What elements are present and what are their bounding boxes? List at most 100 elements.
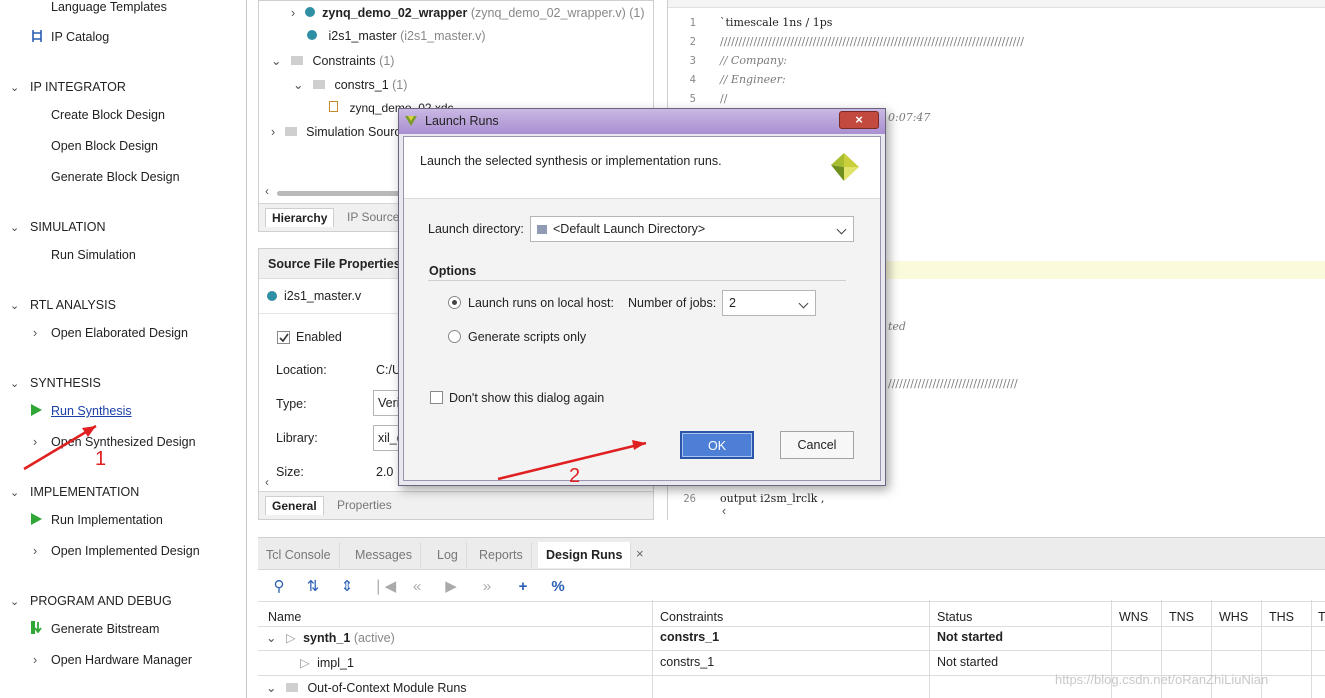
tree-row-constrs-1[interactable]: ⌄ constrs_1 (1) xyxy=(293,77,407,92)
type-label: Type: xyxy=(276,397,307,411)
nav-run-implementation[interactable]: Run Implementation xyxy=(51,513,163,527)
column-header-tns[interactable]: TNS xyxy=(1169,610,1194,624)
section-ip-integrator[interactable]: ⌄ IP INTEGRATOR xyxy=(10,80,126,94)
tree-sublabel: (1) xyxy=(379,54,395,68)
tree-row-i2s1-master[interactable]: i2s1_master (i2s1_master.v) xyxy=(307,29,486,43)
run-name: synth_1 xyxy=(303,631,351,645)
column-header-name[interactable]: Name xyxy=(268,610,301,624)
chevron-left-icon: ‹ xyxy=(265,475,269,489)
tab-properties[interactable]: Properties xyxy=(331,496,398,514)
tree-label: Constraints xyxy=(312,54,376,68)
options-title: Options xyxy=(429,264,477,278)
previous-icon[interactable]: « xyxy=(406,576,428,598)
local-host-label: Launch runs on local host: xyxy=(468,296,614,310)
tab-hierarchy[interactable]: Hierarchy xyxy=(265,208,335,227)
nav-generate-bitstream[interactable]: Generate Bitstream xyxy=(51,622,159,636)
add-icon[interactable]: + xyxy=(512,576,534,598)
launch-directory-select[interactable]: <Default Launch Directory> xyxy=(530,216,854,242)
enabled-checkbox[interactable] xyxy=(277,331,290,344)
section-implementation[interactable]: ⌄ IMPLEMENTATION xyxy=(10,485,139,499)
tree-sublabel: (i2s1_master.v) xyxy=(400,29,486,43)
section-title: PROGRAM AND DEBUG xyxy=(30,594,172,608)
chevron-right-icon: › xyxy=(33,435,38,449)
section-rtl-analysis[interactable]: ⌄ RTL ANALYSIS xyxy=(10,298,116,312)
table-row[interactable]: ⌄ Out-of-Context Module Runs xyxy=(266,680,467,695)
collapse-all-icon[interactable]: ⇅ xyxy=(302,576,324,598)
tab-reports[interactable]: Reports xyxy=(471,542,532,568)
tree-row-sim-sources[interactable]: › Simulation Sources xyxy=(271,125,414,139)
run-triangle-icon: ▷ xyxy=(300,656,310,670)
play-icon[interactable]: ▶ xyxy=(440,576,462,598)
tree-sublabel: (zynq_demo_02_wrapper.v) (1) xyxy=(470,6,645,20)
radio-local-host[interactable] xyxy=(448,296,461,309)
chevron-right-icon: › xyxy=(271,125,276,139)
column-header-status[interactable]: Status xyxy=(937,610,972,624)
close-icon[interactable]: × xyxy=(839,111,879,129)
line-number: 1 xyxy=(689,17,696,29)
nav-create-block-design[interactable]: Create Block Design xyxy=(51,108,165,122)
close-icon[interactable]: × xyxy=(636,546,644,561)
table-row[interactable]: ▷ impl_1 xyxy=(300,655,354,670)
folder-icon xyxy=(537,225,547,234)
nav-open-elaborated-design[interactable]: › Open Elaborated Design xyxy=(33,326,188,340)
first-icon[interactable]: ❘◀ xyxy=(372,576,396,598)
line-number: 26 xyxy=(683,493,696,505)
nav-run-synthesis[interactable]: Run Synthesis xyxy=(51,404,132,418)
dialog-header: Launch the selected synthesis or impleme… xyxy=(404,137,880,199)
nav-open-implemented-design[interactable]: › Open Implemented Design xyxy=(33,544,200,558)
select-value: <Default Launch Directory> xyxy=(553,222,706,236)
radio-scripts-only[interactable] xyxy=(448,330,461,343)
tab-design-runs[interactable]: Design Runs xyxy=(538,542,632,568)
nav-open-synthesized-design[interactable]: › Open Synthesized Design xyxy=(33,435,196,449)
line-number: 2 xyxy=(689,36,696,48)
tab-log[interactable]: Log xyxy=(429,542,467,568)
section-simulation[interactable]: ⌄ SIMULATION xyxy=(10,220,105,234)
code-line: // xyxy=(720,92,728,105)
next-icon[interactable]: » xyxy=(476,576,498,598)
nav-run-simulation[interactable]: Run Simulation xyxy=(51,248,136,262)
tab-tcl-console[interactable]: Tcl Console xyxy=(258,542,340,568)
nav-generate-block-design[interactable]: Generate Block Design xyxy=(51,170,180,184)
chevron-down-icon: ⌄ xyxy=(10,299,20,312)
flow-navigator: Language Templates IP Catalog ⌄ IP INTEG… xyxy=(0,0,247,698)
chevron-down-icon: ⌄ xyxy=(271,54,282,68)
run-constraints: constrs_1 xyxy=(660,655,715,669)
tree-row-wrapper[interactable]: › zynq_demo_02_wrapper (zynq_demo_02_wra… xyxy=(291,6,645,20)
column-header-t[interactable]: T xyxy=(1318,610,1325,624)
chevron-down-icon xyxy=(798,298,809,309)
nav-ip-catalog[interactable]: IP Catalog xyxy=(51,30,109,44)
size-label: Size: xyxy=(276,465,304,479)
verilog-file-icon xyxy=(307,30,317,40)
tab-messages[interactable]: Messages xyxy=(347,542,421,568)
ok-button[interactable]: OK xyxy=(680,431,754,459)
column-header-constraints[interactable]: Constraints xyxy=(660,610,723,624)
dialog-titlebar[interactable]: Launch Runs × xyxy=(399,109,885,134)
tab-general[interactable]: General xyxy=(265,496,324,515)
search-icon[interactable]: ⚲ xyxy=(268,576,290,598)
section-program-debug[interactable]: ⌄ PROGRAM AND DEBUG xyxy=(10,594,172,608)
column-header-whs[interactable]: WHS xyxy=(1219,610,1248,624)
chevron-right-icon: › xyxy=(33,544,38,558)
line-number: 5 xyxy=(689,93,696,105)
jobs-label: Number of jobs: xyxy=(628,296,717,310)
column-header-ths[interactable]: THS xyxy=(1269,610,1294,624)
dont-show-checkbox[interactable] xyxy=(430,391,443,404)
number-of-jobs-select[interactable]: 2 xyxy=(722,290,816,316)
annotation-label: 2 xyxy=(569,465,581,487)
dialog-body: Launch the selected synthesis or impleme… xyxy=(403,136,881,481)
chevron-down-icon: ⌄ xyxy=(266,681,277,695)
expand-all-icon[interactable]: ⇕ xyxy=(336,576,358,598)
chevron-right-icon: › xyxy=(33,653,38,667)
cancel-button[interactable]: Cancel xyxy=(780,431,854,459)
table-row[interactable]: ⌄ ▷ synth_1 (active) xyxy=(266,630,395,645)
location-label: Location: xyxy=(276,363,327,377)
tree-sublabel: (1) xyxy=(392,78,408,92)
column-header-wns[interactable]: WNS xyxy=(1119,610,1148,624)
nav-label: Open Synthesized Design xyxy=(51,435,196,449)
nav-open-block-design[interactable]: Open Block Design xyxy=(51,139,158,153)
percent-icon[interactable]: % xyxy=(547,576,569,598)
nav-language-templates[interactable]: Language Templates xyxy=(51,0,167,14)
section-synthesis[interactable]: ⌄ SYNTHESIS xyxy=(10,376,101,390)
tree-row-constraints[interactable]: ⌄ Constraints (1) xyxy=(271,53,394,68)
nav-open-hardware-manager[interactable]: › Open Hardware Manager xyxy=(33,653,192,667)
